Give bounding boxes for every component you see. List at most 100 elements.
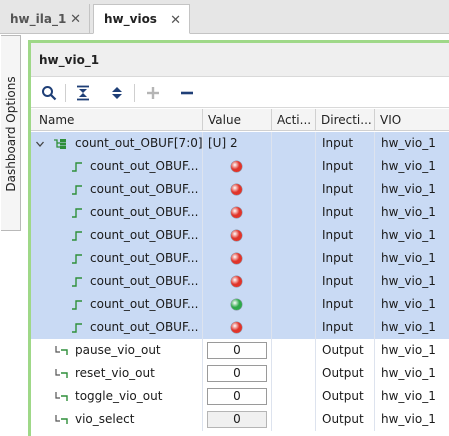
value-cell <box>203 316 272 339</box>
dashboard-options-label: Dashboard Options <box>4 76 18 192</box>
value-cell <box>203 247 272 270</box>
led-green-icon <box>231 299 242 310</box>
vio-cell: hw_vio_1 <box>381 297 436 311</box>
led-red-icon <box>231 322 242 333</box>
remove-icon[interactable] <box>175 82 199 104</box>
led-red-icon <box>231 230 242 241</box>
table-row[interactable]: count_out_OBUF... Input hw_vio_1 <box>31 155 449 178</box>
vio-cell: hw_vio_1 <box>381 366 436 380</box>
name-cell: count_out_OBUF... <box>31 316 203 339</box>
activity-cell <box>272 339 316 362</box>
probe-name: count_out_OBUF[7:0] <box>75 136 203 150</box>
value-cell: 0 <box>203 339 272 362</box>
signal-icon <box>55 339 69 362</box>
value-input[interactable]: 0 <box>207 365 267 382</box>
value-input: 0 <box>207 411 267 428</box>
direction-cell: Input <box>316 224 375 247</box>
activity-cell <box>272 155 316 178</box>
close-icon[interactable]: ✕ <box>70 12 81 27</box>
direction-cell: Input <box>316 293 375 316</box>
led-red-icon <box>231 253 242 264</box>
activity-cell <box>272 178 316 201</box>
toolbar <box>31 78 449 108</box>
table-row[interactable]: count_out_OBUF... Input hw_vio_1 <box>31 201 449 224</box>
name-cell: count_out_OBUF... <box>31 293 203 316</box>
signal-icon <box>71 224 83 247</box>
signal-icon <box>71 270 83 293</box>
tab-hw-vios[interactable]: hw_vios ✕ <box>93 4 190 34</box>
table-row[interactable]: vio_select 0 Output hw_vio_1 <box>31 408 449 431</box>
name-cell: toggle_vio_out <box>31 385 203 408</box>
column-header-name[interactable]: Name <box>31 109 203 131</box>
search-icon[interactable] <box>37 82 61 104</box>
direction-cell: Input <box>316 155 375 178</box>
value-cell <box>203 293 272 316</box>
activity-cell <box>272 201 316 224</box>
collapse-all-icon[interactable] <box>71 82 95 104</box>
column-header-vio[interactable]: VIO <box>375 109 449 131</box>
table-row[interactable]: toggle_vio_out 0 Output hw_vio_1 <box>31 385 449 408</box>
led-red-icon <box>231 161 242 172</box>
vio-cell: hw_vio_1 <box>381 412 436 426</box>
expand-all-icon[interactable] <box>105 82 129 104</box>
direction-cell: Output <box>316 362 375 385</box>
vio-cell: hw_vio_1 <box>381 159 436 173</box>
activity-cell <box>272 224 316 247</box>
chevron-down-icon[interactable] <box>35 132 45 155</box>
column-header-value[interactable]: Value <box>203 109 272 131</box>
table-row[interactable]: count_out_OBUF... Input hw_vio_1 <box>31 316 449 339</box>
signal-icon <box>71 316 83 339</box>
direction-cell: Input <box>316 316 375 339</box>
value-cell <box>203 155 272 178</box>
column-header-direction[interactable]: Directi... <box>316 109 375 131</box>
table-row[interactable]: count_out_OBUF... Input hw_vio_1 <box>31 178 449 201</box>
tab-label: hw_vios <box>104 12 157 26</box>
direction-cell: Output <box>316 339 375 362</box>
table-row[interactable]: pause_vio_out 0 Output hw_vio_1 <box>31 339 449 362</box>
table-row[interactable]: count_out_OBUF... Input hw_vio_1 <box>31 270 449 293</box>
tab-label: hw_ila_1 <box>10 12 67 26</box>
tab-hw-ila-1[interactable]: hw_ila_1 ✕ <box>0 4 90 34</box>
signal-icon <box>55 408 69 431</box>
activity-cell <box>272 247 316 270</box>
dashboard-options-tab[interactable]: Dashboard Options <box>1 35 21 231</box>
table-row[interactable]: count_out_OBUF... Input hw_vio_1 <box>31 247 449 270</box>
vio-cell: hw_vio_1 <box>381 320 436 334</box>
value-cell: 0 <box>203 408 272 431</box>
value-input[interactable]: 0 <box>207 388 267 405</box>
table-row[interactable]: count_out_OBUF[7:0] [U] 2 Input hw_vio_1 <box>31 132 449 155</box>
vio-cell: hw_vio_1 <box>381 205 436 219</box>
tab-bar: hw_ila_1 ✕ hw_vios ✕ <box>0 0 449 34</box>
vio-cell: hw_vio_1 <box>381 251 436 265</box>
direction-cell: Input <box>316 201 375 224</box>
probe-name: toggle_vio_out <box>75 389 163 403</box>
name-cell: count_out_OBUF... <box>31 247 203 270</box>
probe-name: count_out_OBUF... <box>90 297 199 311</box>
value-cell <box>203 224 272 247</box>
probe-name: vio_select <box>75 412 135 426</box>
vio-cell: hw_vio_1 <box>381 274 436 288</box>
name-cell: count_out_OBUF... <box>31 178 203 201</box>
activity-cell <box>272 293 316 316</box>
name-cell: count_out_OBUF... <box>31 155 203 178</box>
signal-icon <box>71 201 83 224</box>
bus-icon <box>53 132 67 155</box>
table-row[interactable]: reset_vio_out 0 Output hw_vio_1 <box>31 362 449 385</box>
name-cell: count_out_OBUF... <box>31 201 203 224</box>
name-cell: count_out_OBUF... <box>31 270 203 293</box>
activity-cell <box>272 132 316 155</box>
add-icon[interactable] <box>141 82 165 104</box>
direction-cell: Input <box>316 270 375 293</box>
value-input[interactable]: 0 <box>207 342 267 359</box>
table-row[interactable]: count_out_OBUF... Input hw_vio_1 <box>31 293 449 316</box>
activity-cell <box>272 385 316 408</box>
table-row[interactable]: count_out_OBUF... Input hw_vio_1 <box>31 224 449 247</box>
close-icon[interactable]: ✕ <box>170 13 181 28</box>
name-cell: pause_vio_out <box>31 339 203 362</box>
led-red-icon <box>231 207 242 218</box>
probe-name: count_out_OBUF... <box>90 320 199 334</box>
bus-value: [U] 2 <box>208 136 238 150</box>
column-header-activity[interactable]: Acti... <box>272 109 316 131</box>
vio-cell: hw_vio_1 <box>381 228 436 242</box>
vio-cell: hw_vio_1 <box>381 182 436 196</box>
